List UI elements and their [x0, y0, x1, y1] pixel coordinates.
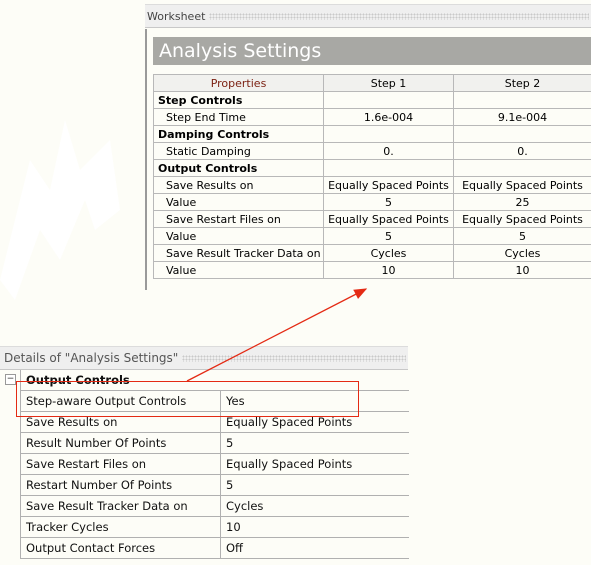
collapse-icon[interactable]: − — [5, 374, 16, 385]
worksheet-header: Worksheet — [145, 4, 591, 28]
details-property-value[interactable]: Off — [220, 537, 409, 559]
property-label: Step Controls — [153, 91, 324, 109]
step-2-value: 10 — [453, 261, 591, 279]
property-label: Save Results on — [153, 176, 324, 194]
details-property-label: Restart Number Of Points — [20, 474, 221, 496]
step-1-value — [323, 125, 454, 143]
step-2-value: Cycles — [453, 244, 591, 262]
property-label: Damping Controls — [153, 125, 324, 143]
step-2-value — [453, 91, 591, 109]
details-panel: Details of "Analysis Settings" − Output … — [0, 346, 409, 565]
details-property-label: Output Contact Forces — [20, 537, 221, 559]
step-1-value: Cycles — [323, 244, 454, 262]
property-label: Output Controls — [153, 159, 324, 177]
step-1-value: Equally Spaced Points — [323, 210, 454, 228]
property-label: Value — [153, 193, 324, 211]
worksheet-table: Properties Step 1 Step 2 Step Controls St… — [153, 74, 591, 279]
step-1-value: 1.6e-004 — [323, 108, 454, 126]
details-property-label: Tracker Cycles — [20, 516, 221, 538]
worksheet-title: Analysis Settings — [153, 37, 591, 65]
table-row[interactable]: Save Results on Equally Spaced Points Equa… — [153, 176, 591, 194]
property-label: Save Result Tracker Data on — [153, 244, 324, 262]
table-row[interactable]: Save Result Tracker Data on Cycles Cycles — [153, 244, 591, 262]
step-2-value: 25 — [453, 193, 591, 211]
details-property-label: Save Result Tracker Data on — [20, 495, 221, 517]
details-row[interactable]: Tracker Cycles 10 — [20, 516, 409, 538]
details-property-value[interactable]: Equally Spaced Points — [220, 453, 409, 475]
property-label: Save Restart Files on — [153, 210, 324, 228]
table-row[interactable]: Value 10 10 — [153, 261, 591, 279]
details-property-value[interactable]: 10 — [220, 516, 409, 538]
details-header: Details of "Analysis Settings" — [0, 346, 408, 370]
table-row[interactable]: Value 5 5 — [153, 227, 591, 245]
step-2-value: Equally Spaced Points — [453, 176, 591, 194]
step-1-value — [323, 91, 454, 109]
details-property-value[interactable]: Cycles — [220, 495, 409, 517]
details-property-value[interactable]: 5 — [220, 432, 409, 454]
step-2-value: 9.1e-004 — [453, 108, 591, 126]
property-label: Static Damping — [153, 142, 324, 160]
worksheet-panel: Worksheet Analysis Settings Properties S… — [145, 4, 591, 290]
step-2-value — [453, 125, 591, 143]
step-2-value: Equally Spaced Points — [453, 210, 591, 228]
property-label: Value — [153, 261, 324, 279]
details-row[interactable]: Restart Number Of Points 5 — [20, 474, 409, 496]
step-2-value: 0. — [453, 142, 591, 160]
step-2-value: 5 — [453, 227, 591, 245]
step-1-value: 5 — [323, 227, 454, 245]
step-1-value: 5 — [323, 193, 454, 211]
step-1-value: Equally Spaced Points — [323, 176, 454, 194]
details-property-value[interactable]: 5 — [220, 474, 409, 496]
details-property-label: Result Number Of Points — [20, 432, 221, 454]
watermark-graphic — [0, 120, 120, 300]
table-header-row: Properties Step 1 Step 2 — [153, 74, 591, 92]
property-label: Value — [153, 227, 324, 245]
group-row[interactable]: Step Controls — [153, 91, 591, 109]
details-property-label: Save Restart Files on — [20, 453, 221, 475]
column-header-properties[interactable]: Properties — [153, 74, 324, 92]
table-row[interactable]: Static Damping 0. 0. — [153, 142, 591, 160]
drag-handle[interactable] — [209, 12, 589, 20]
column-header-step-1[interactable]: Step 1 — [323, 74, 454, 92]
column-header-step-2[interactable]: Step 2 — [453, 74, 591, 92]
details-row[interactable]: Save Restart Files on Equally Spaced Poin… — [20, 453, 409, 475]
step-1-value — [323, 159, 454, 177]
details-header-label: Details of "Analysis Settings" — [4, 351, 179, 365]
details-row[interactable]: Save Result Tracker Data on Cycles — [20, 495, 409, 517]
table-row[interactable]: Value 5 25 — [153, 193, 591, 211]
highlight-box — [16, 381, 359, 417]
worksheet-header-label: Worksheet — [147, 9, 206, 23]
details-row[interactable]: Output Contact Forces Off — [20, 537, 409, 559]
step-1-value: 0. — [323, 142, 454, 160]
table-row[interactable]: Save Restart Files on Equally Spaced Poin… — [153, 210, 591, 228]
details-row[interactable]: Result Number Of Points 5 — [20, 432, 409, 454]
property-label: Step End Time — [153, 108, 324, 126]
step-2-value — [453, 159, 591, 177]
drag-handle[interactable] — [182, 354, 406, 362]
table-row[interactable]: Step End Time 1.6e-004 9.1e-004 — [153, 108, 591, 126]
group-row[interactable]: Damping Controls — [153, 125, 591, 143]
group-row[interactable]: Output Controls — [153, 159, 591, 177]
step-1-value: 10 — [323, 261, 454, 279]
worksheet-body: Analysis Settings Properties Step 1 Step… — [145, 29, 591, 290]
